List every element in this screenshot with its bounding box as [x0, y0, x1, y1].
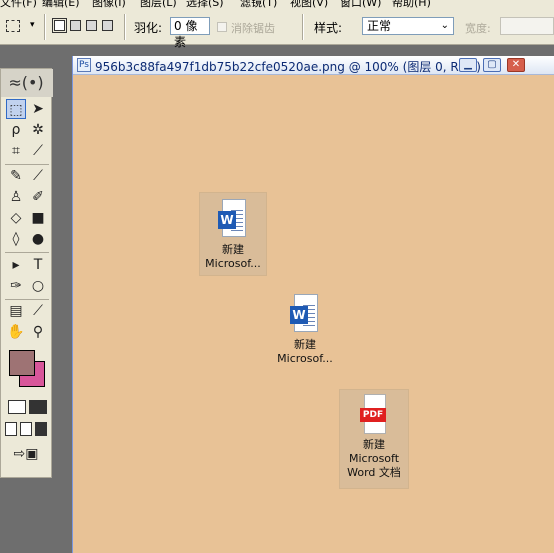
healing-brush-icon[interactable]: ✎ — [6, 166, 26, 186]
canvas-file-icon: W 新建 Microsof... — [199, 192, 267, 276]
history-brush-icon[interactable]: ✐ — [28, 187, 48, 207]
foreground-color-swatch[interactable] — [9, 350, 35, 376]
options-bar: ▾ 羽化: 0 像素 消除锯齿 样式: 正常 ⌄ 宽度: — [0, 8, 554, 49]
new-selection-mode-icon[interactable] — [52, 18, 67, 33]
pdf-badge: PDF — [360, 408, 386, 422]
close-button[interactable]: ✕ — [507, 58, 525, 72]
menu-bar: 文件(F) 编辑(E) 图像(I) 图层(L) 选择(S) 滤镜(T) 视图(V… — [0, 0, 554, 8]
gradient-tool-icon[interactable]: ■ — [28, 208, 48, 228]
document-title: 956b3c88fa497f1db75b22cfe0520ae.png @ 10… — [95, 60, 481, 74]
document-window: Ps 956b3c88fa497f1db75b22cfe0520ae.png @… — [72, 56, 554, 553]
maximize-button[interactable]: ▢ — [483, 58, 501, 72]
ps-document-icon: Ps — [77, 58, 91, 72]
file-label: 新建 Microsoft Word 文档 — [347, 438, 401, 479]
word-file-icon: W — [218, 199, 248, 239]
style-select[interactable]: 正常 ⌄ — [362, 17, 454, 35]
divider — [44, 14, 46, 40]
style-label: 样式: — [314, 21, 343, 35]
canvas-file-icon: W 新建 Microsof... — [271, 292, 339, 376]
intersect-selection-icon[interactable] — [102, 20, 113, 31]
anti-alias-label: 消除锯齿 — [231, 22, 275, 35]
word-badge: W — [290, 306, 308, 324]
eraser-tool-icon[interactable]: ◇ — [6, 208, 26, 228]
screen-mode-standard-icon[interactable] — [5, 422, 17, 436]
menu-filter[interactable]: 滤镜(T) — [240, 0, 277, 8]
menu-layer[interactable]: 图层(L) — [140, 0, 177, 8]
width-input[interactable] — [500, 17, 554, 35]
menu-image[interactable]: 图像(I) — [92, 0, 126, 8]
menu-select[interactable]: 选择(S) — [186, 0, 224, 8]
clone-stamp-icon[interactable]: ♙ — [6, 187, 26, 207]
toolbox-header[interactable]: ≈(•) — [1, 69, 53, 97]
crop-tool-icon[interactable]: ⌗ — [6, 141, 26, 161]
feather-label: 羽化: — [134, 21, 163, 35]
divider — [302, 14, 304, 40]
dodge-tool-icon[interactable]: ● — [28, 229, 48, 249]
pen-tool-icon[interactable]: ✑ — [6, 276, 26, 296]
divider — [5, 299, 49, 300]
marquee-tool-icon[interactable]: ⬚ — [6, 99, 26, 119]
adobe-eye-icon: ≈(•) — [8, 73, 44, 92]
zoom-tool-icon[interactable]: ⚲ — [28, 322, 48, 342]
eyedropper-icon[interactable]: ⟋ — [28, 301, 48, 321]
blur-tool-icon[interactable]: ◊ — [6, 229, 26, 249]
file-label: 新建 Microsof... — [277, 338, 333, 365]
menu-file[interactable]: 文件(F) — [0, 0, 37, 8]
menu-window[interactable]: 窗口(W) — [340, 0, 381, 8]
add-to-selection-icon[interactable] — [70, 20, 81, 31]
word-file-icon: W — [290, 294, 320, 334]
path-select-icon[interactable]: ▸ — [6, 255, 26, 275]
subtract-selection-icon[interactable] — [86, 20, 97, 31]
style-value: 正常 — [367, 19, 392, 33]
quick-mask-icon[interactable] — [29, 400, 47, 414]
rect-marquee-tool-icon[interactable] — [6, 20, 20, 32]
tool-preset-dropdown-icon[interactable]: ▾ — [30, 20, 35, 30]
anti-alias-checkbox[interactable] — [217, 22, 227, 32]
lasso-tool-icon[interactable]: ρ — [6, 120, 26, 140]
notes-tool-icon[interactable]: ▤ — [6, 301, 26, 321]
divider — [5, 164, 49, 165]
toolbox: ≈(•) ⬚ ➤ ρ ✲ ⌗ ⟋ ✎ ⟋ ♙ ✐ ◇ ■ ◊ ● ▸ T ✑ ○… — [0, 68, 53, 478]
standard-mode-icon[interactable] — [8, 400, 26, 414]
canvas-file-icon: PDF 新建 Microsoft Word 文档 — [339, 389, 409, 489]
chevron-down-icon: ⌄ — [440, 20, 449, 31]
divider — [5, 252, 49, 253]
menu-help[interactable]: 帮助(H) — [392, 0, 431, 8]
jump-to-imageready-icon[interactable]: ⇨▣ — [7, 444, 45, 464]
hand-tool-icon[interactable]: ✋ — [6, 322, 26, 342]
word-badge: W — [218, 211, 236, 229]
screen-mode-full-menu-icon[interactable] — [20, 422, 32, 436]
divider — [124, 14, 126, 40]
move-tool-icon[interactable]: ➤ — [28, 99, 48, 119]
brush-tool-icon[interactable]: ⟋ — [28, 166, 48, 186]
minimize-button[interactable]: ▁ — [459, 58, 477, 72]
menu-view[interactable]: 视图(V) — [290, 0, 328, 8]
feather-input[interactable]: 0 像素 — [170, 17, 210, 49]
screen-mode-full-icon[interactable] — [35, 422, 47, 436]
shape-tool-icon[interactable]: ○ — [28, 276, 48, 296]
magic-wand-icon[interactable]: ✲ — [28, 120, 48, 140]
width-label: 宽度: — [465, 22, 491, 35]
slice-tool-icon[interactable]: ⟋ — [28, 141, 48, 161]
document-title-bar[interactable]: Ps 956b3c88fa497f1db75b22cfe0520ae.png @… — [73, 56, 554, 75]
pdf-file-icon: PDF — [359, 394, 389, 434]
type-tool-icon[interactable]: T — [28, 255, 48, 275]
menu-edit[interactable]: 编辑(E) — [42, 0, 80, 8]
file-label: 新建 Microsof... — [205, 243, 261, 270]
